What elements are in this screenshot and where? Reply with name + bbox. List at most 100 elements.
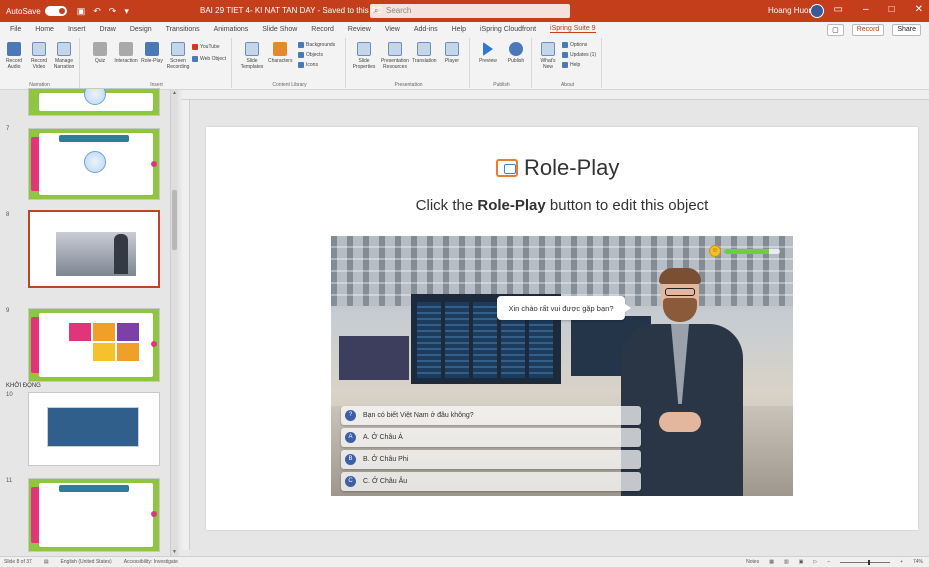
tab-help[interactable]: Help (452, 26, 466, 33)
undo-icon[interactable]: ↶ (93, 6, 101, 17)
slide-thumbnail-11[interactable] (28, 478, 160, 552)
presentation-resources-button[interactable]: Presentation Resources (380, 42, 410, 70)
section-label[interactable]: KHỞI ĐỘNG (6, 383, 41, 389)
group-label-presentation: Presentation (394, 82, 423, 88)
help-button[interactable]: Help (562, 62, 580, 68)
characters-button[interactable]: Characters (268, 42, 292, 64)
tab-record[interactable]: Record (311, 26, 334, 33)
advertisement-sign (339, 336, 409, 380)
tab-design[interactable]: Design (130, 26, 152, 33)
scroll-up-icon[interactable]: ▲ (171, 90, 178, 97)
options-button[interactable]: Options (562, 42, 587, 48)
record-video-button[interactable]: Record Video (27, 42, 51, 70)
slideshow-icon[interactable]: ▷ (813, 559, 817, 565)
zoom-out-icon[interactable]: – (827, 559, 830, 565)
screen-recording-button[interactable]: Screen Recording (166, 42, 190, 70)
tab-slide-show[interactable]: Slide Show (262, 26, 297, 33)
slide-thumbnail-8[interactable] (28, 210, 160, 288)
player-button[interactable]: Player (440, 42, 464, 64)
tab-animations[interactable]: Animations (214, 26, 249, 33)
slide-sorter-icon[interactable]: ▥ (784, 559, 789, 565)
player-icon (445, 42, 459, 56)
group-label-content-library: Content Library (272, 82, 307, 88)
share-button[interactable]: Share (892, 24, 921, 36)
group-label-about: About (560, 82, 575, 88)
whats-new-button[interactable]: What's New (536, 42, 560, 70)
option-badge: C (345, 476, 356, 487)
objects-button[interactable]: Objects (298, 52, 323, 58)
reading-view-icon[interactable]: ▣ (799, 559, 804, 565)
role-play-button[interactable]: Role-Play (140, 42, 164, 64)
horizontal-ruler (182, 90, 929, 100)
tab-transitions[interactable]: Transitions (166, 26, 200, 33)
slide-thumbnail-6[interactable] (28, 88, 160, 116)
role-play-scene[interactable]: ☺ Xin chào rất vui được gặp bạn? ? Bạn c… (331, 236, 793, 496)
option-c[interactable]: C C. Ở Châu Âu (341, 472, 641, 491)
scrollbar-thumb[interactable] (172, 190, 177, 250)
slide-thumbnail-panel[interactable]: 7 8 KHỞI ĐỘNG 9 10 11 (0, 88, 180, 556)
manage-narration-button[interactable]: Manage Narration (52, 42, 76, 70)
comments-icon[interactable]: ▢ (827, 24, 844, 36)
option-badge: B (345, 454, 356, 465)
language-status[interactable]: English (United States) (61, 559, 112, 565)
presentation-resources-icon (388, 42, 402, 56)
tab-draw[interactable]: Draw (99, 26, 115, 33)
tab-view[interactable]: View (385, 26, 400, 33)
option-a[interactable]: A A. Ở Châu Á (341, 428, 641, 447)
tab-ispring-suite-9[interactable]: iSpring Suite 9 (550, 25, 596, 33)
autosave-toggle-group[interactable]: AutoSave (6, 6, 67, 16)
slide-thumbnail-10[interactable] (28, 392, 160, 466)
mood-meter: ☺ (709, 244, 783, 258)
accessibility-status[interactable]: Accessibility: Investigate (124, 559, 178, 565)
preview-button[interactable]: Preview (476, 42, 500, 64)
save-icon[interactable]: ▣ (77, 6, 86, 17)
interaction-icon (119, 42, 133, 56)
record-audio-button[interactable]: Record Audio (2, 42, 26, 70)
option-b[interactable]: B B. Ở Châu Phi (341, 450, 641, 469)
slide-properties-button[interactable]: Slide Properties (352, 42, 376, 70)
quiz-button[interactable]: Quiz (88, 42, 112, 64)
zoom-level[interactable]: 74% (913, 559, 923, 565)
group-about: What's New Options Updates (1) Help Abou… (534, 38, 602, 88)
customize-icon[interactable]: ▾ (124, 6, 129, 17)
tab-file[interactable]: File (10, 26, 21, 33)
tab-insert[interactable]: Insert (68, 26, 86, 33)
group-label-publish: Publish (493, 82, 510, 88)
normal-view-icon[interactable]: ▦ (769, 559, 774, 565)
zoom-slider[interactable] (840, 559, 891, 565)
translation-button[interactable]: Translation (412, 42, 437, 64)
youtube-button[interactable]: YouTube (192, 44, 220, 50)
publish-button[interactable]: Publish (504, 42, 528, 64)
web-object-button[interactable]: Web Object (192, 56, 226, 62)
slide-thumbnail-9[interactable] (28, 308, 160, 382)
tab-add-ins[interactable]: Add-ins (414, 26, 438, 33)
record-button[interactable]: Record (851, 24, 885, 36)
backgrounds-button[interactable]: Backgrounds (298, 42, 335, 48)
updates-button[interactable]: Updates (1) (562, 52, 596, 58)
characters-icon (273, 42, 287, 56)
maximize-icon[interactable]: □ (889, 4, 895, 15)
close-icon[interactable]: ✕ (915, 4, 923, 15)
panel-scrollbar[interactable]: ▲ ▼ (170, 90, 178, 556)
interaction-button[interactable]: Interaction (114, 42, 138, 64)
avatar[interactable] (810, 4, 824, 18)
autosave-toggle[interactable] (44, 6, 67, 16)
minimize-icon[interactable]: – (863, 4, 869, 15)
zoom-in-icon[interactable]: + (900, 559, 903, 565)
redo-icon[interactable]: ↷ (109, 6, 117, 17)
search-input[interactable]: ⌕ Search (370, 4, 570, 18)
notes-button[interactable]: Notes (746, 559, 759, 565)
tab-ispring-cloudfront[interactable]: iSpring Cloudfront (480, 26, 536, 33)
tab-review[interactable]: Review (348, 26, 371, 33)
slide-templates-button[interactable]: Slide Templates (240, 42, 264, 70)
icons-button[interactable]: Icons (298, 62, 318, 68)
tab-home[interactable]: Home (35, 26, 54, 33)
current-slide[interactable]: Role-Play Click the Role-Play button to … (206, 127, 918, 530)
slide-number: 11 (6, 478, 13, 484)
slide-thumbnail-7[interactable] (28, 128, 160, 200)
scroll-down-icon[interactable]: ▼ (171, 549, 178, 556)
globe-icon (84, 151, 106, 173)
option-text: C. Ở Châu Âu (363, 478, 408, 485)
ribbon-display-icon[interactable]: ▭ (834, 4, 843, 15)
spellcheck-icon[interactable]: ▤ (44, 559, 49, 565)
